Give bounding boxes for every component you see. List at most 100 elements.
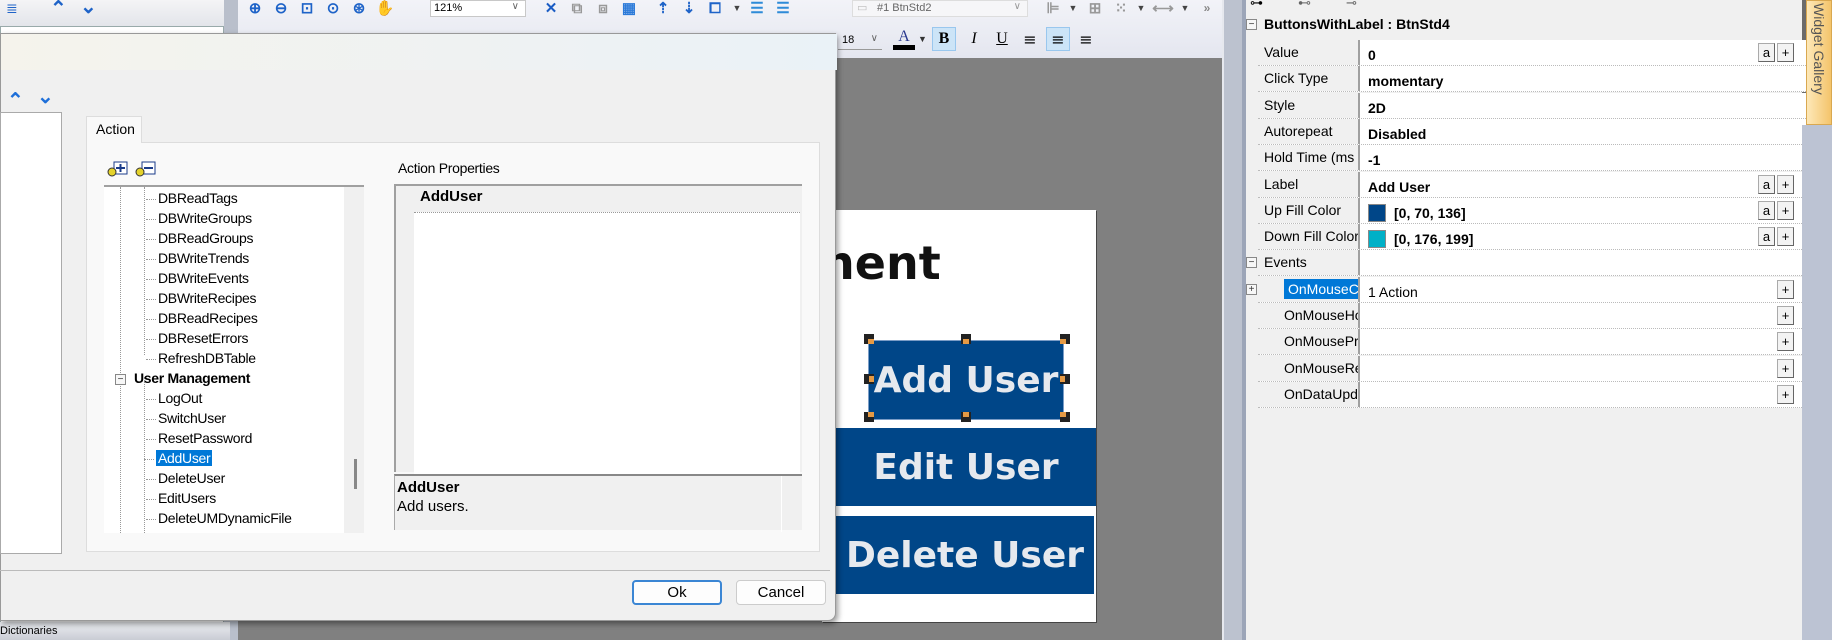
add-icon[interactable]: + bbox=[1777, 358, 1794, 378]
font-color-dropdown-icon[interactable]: ▼ bbox=[918, 34, 927, 44]
add-icon[interactable]: + bbox=[1777, 384, 1794, 404]
cancel-button[interactable]: Cancel bbox=[736, 580, 826, 605]
event-row[interactable]: OnMouseClick 1 Action + bbox=[1258, 276, 1806, 303]
add-user-hmi-button[interactable]: Add User bbox=[868, 340, 1064, 420]
categorized-view-icon[interactable]: ⊶ bbox=[1250, 0, 1263, 11]
more-icon[interactable]: » bbox=[1196, 0, 1218, 16]
alias-button[interactable]: a bbox=[1758, 227, 1775, 247]
edit-user-hmi-button[interactable]: Edit User bbox=[836, 428, 1096, 506]
tree-item[interactable]: SwitchUser bbox=[146, 410, 226, 426]
send-backward-icon[interactable]: ⇣ bbox=[678, 0, 700, 17]
collapse-icon[interactable]: − bbox=[1246, 257, 1257, 269]
collapse-icon[interactable]: − bbox=[115, 374, 126, 385]
alias-button[interactable]: a bbox=[1758, 174, 1775, 194]
resize-handle[interactable] bbox=[864, 412, 874, 422]
italic-button[interactable]: I bbox=[962, 27, 986, 51]
space-icon[interactable]: ⟷ bbox=[1152, 0, 1174, 17]
event-row[interactable]: OnMouseHold + bbox=[1258, 303, 1806, 329]
dialog-title-bar[interactable] bbox=[1, 34, 837, 70]
collapse-icon[interactable]: − bbox=[1246, 19, 1257, 30]
widget-gallery-tab[interactable]: Widget Gallery bbox=[1806, 0, 1832, 125]
grid-icon[interactable]: ▦ bbox=[618, 0, 640, 17]
zoom-out-icon[interactable]: ⊖ bbox=[270, 0, 292, 17]
align-right-button[interactable]: ≡ bbox=[1074, 27, 1098, 51]
arrange-dropdown-icon[interactable]: ▼ bbox=[726, 0, 748, 16]
zoom-select-icon[interactable]: ⊛ bbox=[348, 0, 370, 17]
action-list[interactable] bbox=[0, 112, 62, 554]
event-value[interactable] bbox=[1362, 382, 1368, 407]
event-row[interactable]: OnMouseRelease + bbox=[1258, 355, 1806, 382]
resize-handle[interactable] bbox=[961, 334, 971, 344]
tree-item[interactable]: AddUser bbox=[143, 450, 213, 466]
alias-button[interactable]: a bbox=[1758, 43, 1775, 62]
property-value[interactable]: Disabled bbox=[1362, 119, 1426, 144]
property-value[interactable]: momentary bbox=[1362, 66, 1443, 91]
center-icon[interactable]: ⊞ bbox=[1084, 0, 1106, 17]
expand-icon[interactable]: + bbox=[1246, 283, 1257, 295]
zoom-in-icon[interactable]: ⊕ bbox=[244, 0, 266, 17]
property-row[interactable]: Style 2D bbox=[1258, 92, 1806, 119]
delete-user-hmi-button[interactable]: Delete User bbox=[836, 516, 1094, 594]
color-swatch[interactable] bbox=[1368, 230, 1386, 249]
event-value[interactable] bbox=[1362, 329, 1368, 354]
bring-forward-icon[interactable]: ⇡ bbox=[652, 0, 674, 17]
move-up-icon[interactable]: ⌃ bbox=[7, 88, 24, 113]
resize-handle[interactable] bbox=[1060, 334, 1070, 344]
action-tree[interactable]: DBReadTags DBWriteGroups DBReadGroups DBWri… bbox=[104, 185, 364, 533]
tree-item[interactable]: RefreshDBTable bbox=[146, 350, 256, 366]
property-row[interactable]: Hold Time (ms -1 bbox=[1258, 145, 1806, 172]
zoom-level-select[interactable]: 121% ∨ bbox=[430, 0, 526, 17]
tree-item[interactable]: DBReadRecipes bbox=[146, 310, 258, 326]
color-swatch[interactable] bbox=[1368, 203, 1386, 222]
align-icon[interactable]: ⊫ bbox=[1042, 0, 1064, 17]
bold-button[interactable]: B bbox=[932, 27, 956, 51]
list-view-icon[interactable]: ≣ bbox=[6, 0, 18, 17]
add-icon[interactable]: + bbox=[1777, 227, 1794, 247]
tree-item[interactable]: DBReadTags bbox=[146, 190, 238, 206]
property-value[interactable]: Add User bbox=[1362, 172, 1430, 197]
event-value[interactable]: 1 Action bbox=[1362, 277, 1418, 302]
action-properties-grid[interactable]: AddUser bbox=[394, 184, 802, 474]
resize-handle[interactable] bbox=[961, 412, 971, 422]
tree-item[interactable]: DBWriteRecipes bbox=[145, 290, 257, 306]
tab-action[interactable]: Action bbox=[86, 116, 142, 143]
event-row[interactable]: OnMousePress + bbox=[1258, 329, 1806, 356]
property-row[interactable]: Label Add User a + bbox=[1258, 171, 1806, 198]
zoom-fit-icon[interactable]: ⊙ bbox=[322, 0, 344, 17]
tree-item[interactable]: DBWriteGroups bbox=[146, 210, 252, 226]
event-value[interactable] bbox=[1362, 356, 1368, 381]
space-dropdown-icon[interactable]: ▼ bbox=[1174, 0, 1196, 16]
alphabetical-view-icon[interactable]: ⊷ bbox=[1298, 0, 1311, 11]
tree-item[interactable]: DBWriteTrends bbox=[145, 250, 249, 266]
add-icon[interactable]: + bbox=[1777, 200, 1794, 220]
add-icon[interactable]: + bbox=[1777, 43, 1794, 62]
expand-all-icon[interactable] bbox=[106, 161, 128, 179]
tree-group[interactable]: User Management bbox=[134, 370, 250, 386]
property-row[interactable]: Down Fill Color [0, 176, 199] a + bbox=[1258, 224, 1806, 251]
zoom-page-icon[interactable]: ⊡ bbox=[296, 0, 318, 17]
resize-handle[interactable] bbox=[1060, 412, 1070, 422]
scrollbar-thumb[interactable] bbox=[354, 459, 357, 489]
move-down-icon[interactable]: ⌄ bbox=[80, 0, 97, 19]
property-value[interactable]: [0, 176, 199] bbox=[1362, 224, 1473, 249]
property-row[interactable]: Autorepeat Disabled bbox=[1258, 118, 1806, 145]
tree-item[interactable]: DeleteUMDynamicFile bbox=[146, 510, 292, 526]
property-value[interactable]: -1 bbox=[1362, 145, 1380, 170]
align-center-button[interactable]: ≡ bbox=[1046, 27, 1070, 51]
arrange-icon[interactable]: ⧠ bbox=[704, 0, 726, 17]
add-icon[interactable]: + bbox=[1777, 306, 1794, 325]
ungroup-icon[interactable]: ⧈ bbox=[592, 0, 614, 17]
tree-item[interactable]: EditUsers bbox=[146, 490, 216, 506]
events-view-icon[interactable]: ⊸ bbox=[1346, 0, 1357, 11]
align-dropdown-icon[interactable]: ▼ bbox=[1062, 0, 1084, 16]
resize-handle[interactable] bbox=[1060, 374, 1070, 384]
tree-item[interactable]: DeleteUser bbox=[145, 470, 225, 486]
event-row[interactable]: OnDataUpdate + bbox=[1258, 381, 1806, 408]
resize-handle[interactable] bbox=[864, 374, 874, 384]
add-icon[interactable]: + bbox=[1777, 279, 1794, 299]
add-icon[interactable]: + bbox=[1777, 174, 1794, 194]
move-down-icon[interactable]: ⌄ bbox=[37, 84, 54, 109]
property-value[interactable]: [0, 70, 136] bbox=[1362, 198, 1466, 223]
property-value[interactable]: 0 bbox=[1362, 40, 1376, 65]
distribute-icon[interactable]: ⁙ bbox=[1110, 0, 1132, 17]
